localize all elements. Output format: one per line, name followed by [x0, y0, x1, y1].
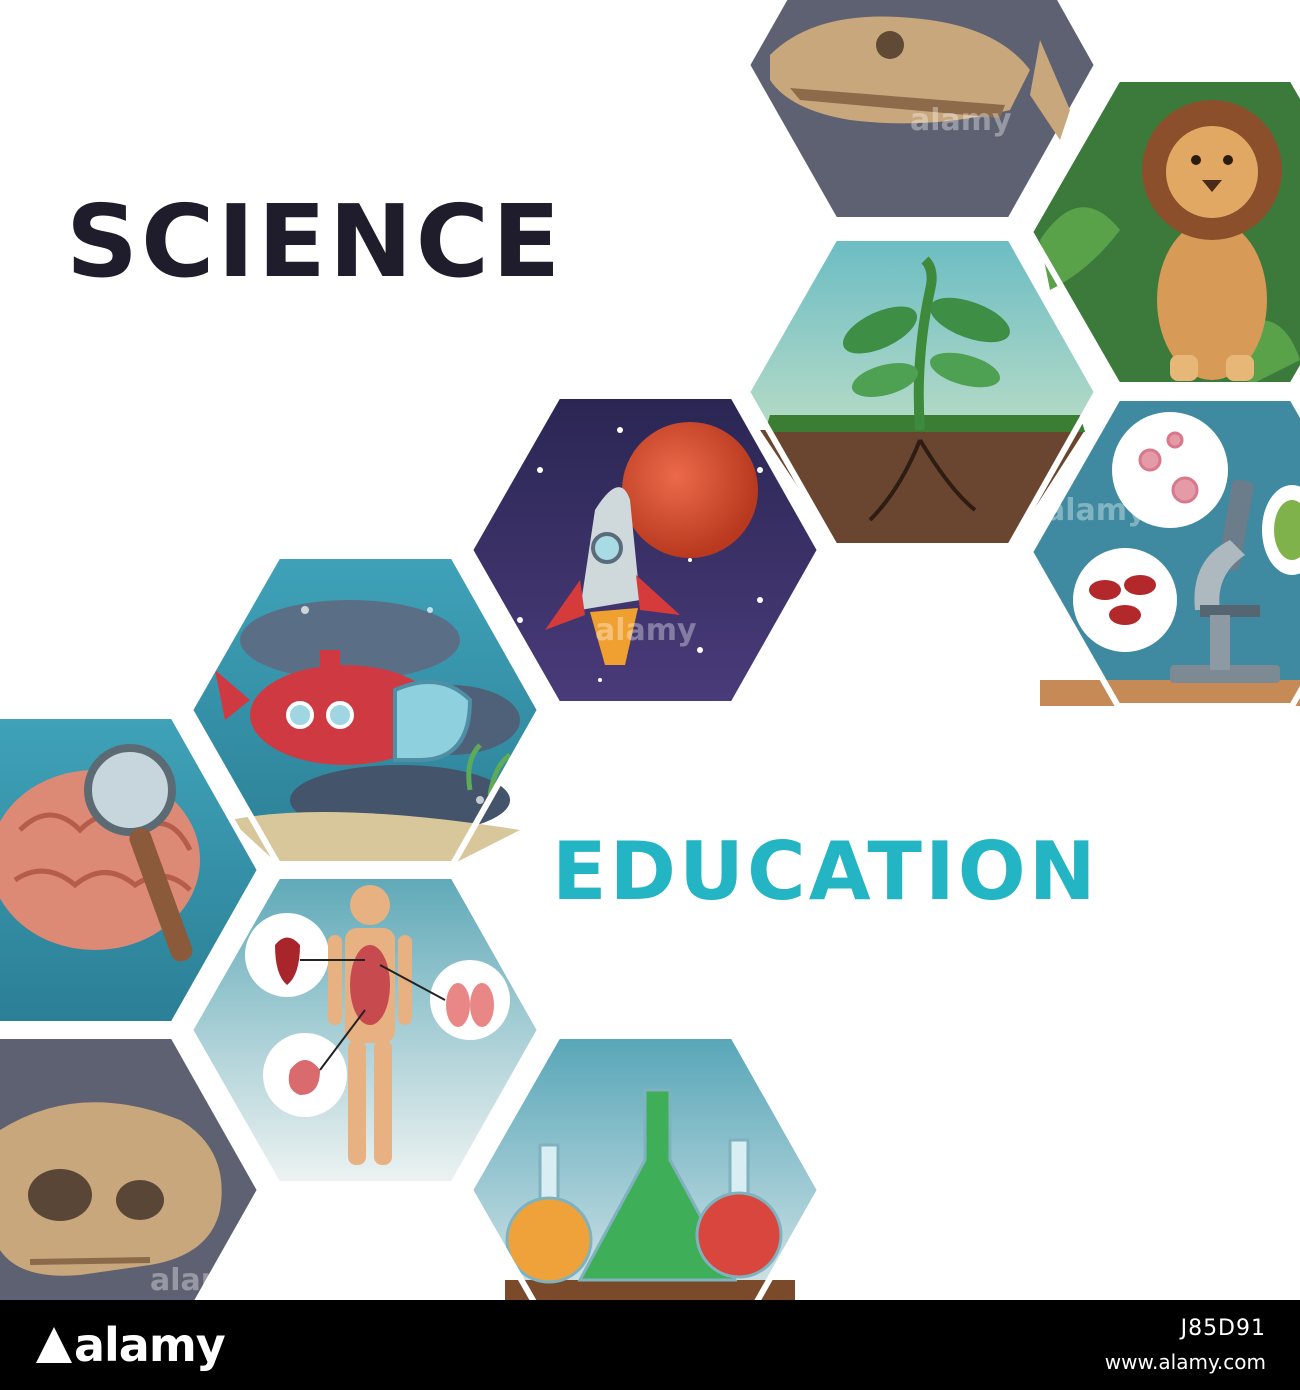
planet-icon — [622, 422, 758, 558]
svg-text:alamy: alamy — [1045, 493, 1147, 528]
tile-submarine — [186, 553, 544, 867]
title-science: SCIENCE — [66, 183, 564, 300]
svg-text:alamy: alamy — [595, 613, 697, 648]
stock-footer-bar: alamy J85D91 www.alamy.com — [0, 1300, 1300, 1390]
footer-image-id: J85D91 — [1180, 1316, 1266, 1341]
footer-logo-text: alamy — [74, 1318, 226, 1372]
tile-anatomy — [186, 873, 544, 1187]
tile-chemistry — [466, 1033, 824, 1300]
svg-text:alamy: alamy — [150, 1263, 252, 1298]
logo-icon — [36, 1327, 72, 1363]
poster: alamy alamy alamy alamy alamy SCIENCE ED… — [0, 0, 1300, 1300]
footer-url[interactable]: www.alamy.com — [1105, 1350, 1266, 1374]
skull-icon — [0, 1102, 222, 1276]
tile-space — [466, 393, 824, 707]
svg-text:alamy: alamy — [910, 103, 1012, 138]
footer-logo: alamy — [36, 1318, 226, 1372]
title-education: EDUCATION — [552, 825, 1099, 918]
